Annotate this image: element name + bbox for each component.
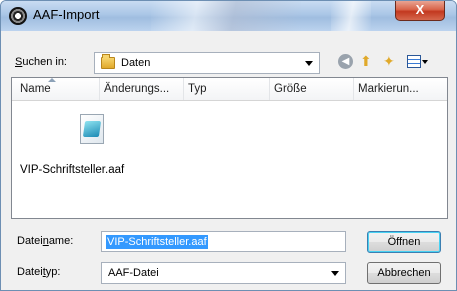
filetype-combo[interactable]: AAF-Datei (101, 262, 346, 284)
filetype-label-a: Datei (17, 266, 43, 278)
chevron-down-icon[interactable] (331, 271, 339, 276)
column-size[interactable]: Größe (270, 78, 354, 100)
up-folder-icon[interactable]: ⬆ (360, 53, 372, 69)
filetype-value: AAF-Datei (108, 267, 159, 279)
title-bar-glass-2 (331, 1, 371, 31)
window-title: AAF-Import (33, 7, 100, 22)
column-tags[interactable]: Markierun... (354, 78, 447, 100)
list-item[interactable]: VIP-Schriftsteller.aaf (20, 112, 140, 182)
filename-label-a: Datei (17, 235, 43, 247)
lookin-value: Daten (121, 57, 151, 69)
close-button[interactable]: X (395, 1, 445, 21)
filename-value: VIP-Schriftsteller.aaf (106, 235, 208, 249)
filename-label-b: ame: (48, 235, 74, 247)
lookin-label-text: uchen in: (22, 56, 67, 68)
file-name: VIP-Schriftsteller.aaf (20, 164, 125, 176)
app-icon (9, 7, 27, 25)
column-header-row: Name Änderungs... Typ Größe Markierun... (12, 78, 447, 101)
lookin-combo[interactable]: Daten (94, 52, 320, 74)
filetype-label-b: yp: (45, 266, 61, 278)
column-name[interactable]: Name (12, 78, 100, 100)
column-modified[interactable]: Änderungs... (100, 78, 184, 100)
file-badge-shape (82, 121, 102, 137)
new-folder-icon[interactable]: ✦ (383, 53, 395, 69)
lookin-label: Suchen in: (15, 56, 67, 68)
title-bar-glass (151, 1, 301, 31)
file-open-dialog: AAF-Import X Suchen in: Daten ◀ ⬆ ✦ Name… (0, 0, 457, 291)
view-menu-chevron-icon[interactable] (422, 60, 428, 64)
chevron-down-icon[interactable] (305, 61, 313, 66)
aaf-file-icon (78, 112, 106, 146)
column-type[interactable]: Typ (184, 78, 270, 100)
title-bar[interactable]: AAF-Import X (1, 1, 456, 31)
back-icon[interactable]: ◀ (338, 54, 353, 69)
filetype-label: Dateityp: (17, 266, 60, 278)
folder-icon (101, 54, 115, 69)
view-menu-icon[interactable] (407, 55, 421, 68)
filename-label: Dateiname: (17, 235, 73, 247)
open-button[interactable]: Öffnen (367, 231, 441, 253)
filename-input[interactable]: VIP-Schriftsteller.aaf (101, 231, 346, 252)
file-list[interactable]: Name Änderungs... Typ Größe Markierun...… (11, 77, 448, 219)
cancel-button[interactable]: Abbrechen (367, 262, 441, 284)
